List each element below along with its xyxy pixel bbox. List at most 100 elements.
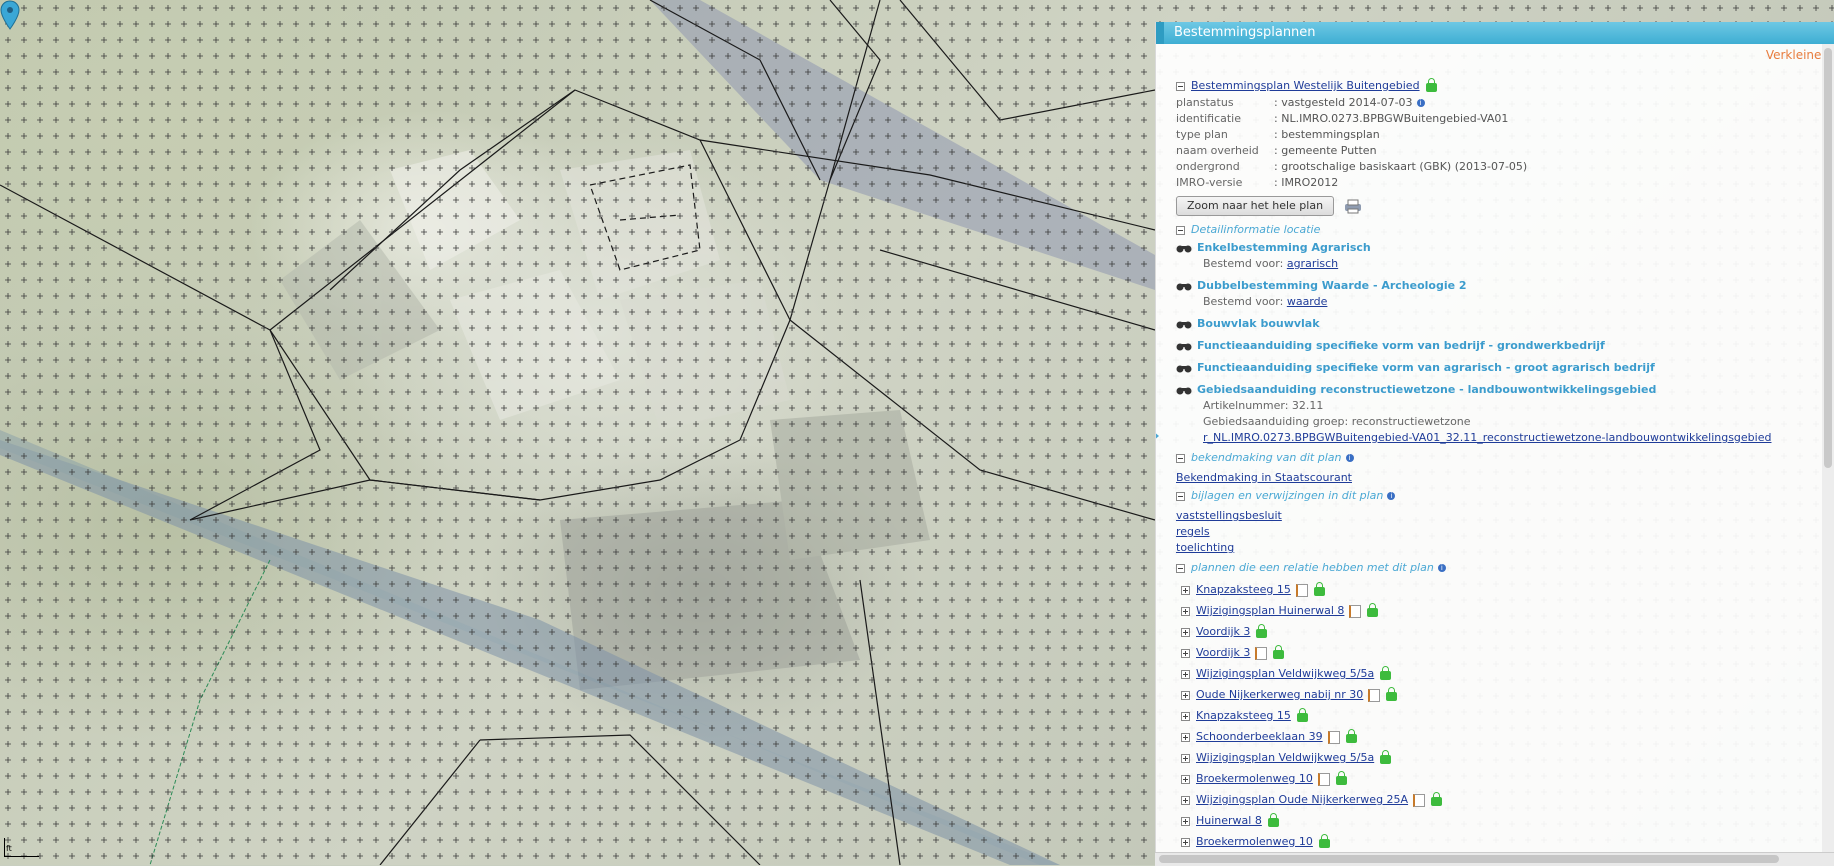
related-plan-link[interactable]: Voordijk 3 bbox=[1196, 625, 1250, 638]
info-sep: : bbox=[1274, 160, 1278, 173]
location-pin-icon[interactable] bbox=[0, 0, 20, 30]
bijlage-link[interactable]: toelichting bbox=[1176, 541, 1234, 554]
feature-item[interactable]: Dubbelbestemming Waarde - Archeologie 2 bbox=[1176, 278, 1826, 294]
related-plan-link[interactable]: Wijzigingsplan Huinerwal 8 bbox=[1196, 604, 1344, 617]
collapse-link[interactable]: Verkleinen bbox=[1766, 48, 1829, 62]
info-icon[interactable]: i bbox=[1437, 564, 1446, 572]
feature-item[interactable]: Gebiedsaanduiding reconstructiewetzone -… bbox=[1176, 382, 1826, 398]
related-plan-link[interactable]: Oude Nijkerkerweg nabij nr 30 bbox=[1196, 688, 1363, 701]
panel-horizontal-scrollbar[interactable] bbox=[1155, 852, 1834, 866]
expand-toggle-icon[interactable] bbox=[1181, 606, 1190, 616]
expand-toggle-icon[interactable] bbox=[1181, 795, 1190, 805]
related-plan-item: Voordijk 3 bbox=[1181, 621, 1826, 642]
feature-item[interactable]: Functieaanduiding specifieke vorm van be… bbox=[1176, 338, 1826, 354]
related-plan-link[interactable]: Broekermolenweg 10 bbox=[1196, 772, 1313, 785]
expand-toggle-icon[interactable] bbox=[1181, 837, 1190, 847]
feature-item[interactable]: Bouwvlak bouwvlak bbox=[1176, 316, 1826, 332]
related-plan-link[interactable]: Broekermolenweg 10 bbox=[1196, 835, 1313, 848]
bijlagen-section-title: bijlagen en verwijzingen in dit plan bbox=[1191, 489, 1384, 502]
bijlagen-list: vaststellingsbesluit regels toelichting bbox=[1176, 508, 1826, 556]
feature-link[interactable]: waarde bbox=[1287, 295, 1328, 308]
related-plan-item: Broekermolenweg 10 bbox=[1181, 768, 1826, 789]
info-row: identificatie: NL.IMRO.0273.BPBGWBuiteng… bbox=[1176, 111, 1826, 127]
collapse-toggle-icon[interactable] bbox=[1176, 563, 1185, 573]
related-plan-link[interactable]: Huinerwal 8 bbox=[1196, 814, 1262, 827]
related-plan-item: Broekermolenweg 10 bbox=[1181, 831, 1826, 852]
expand-toggle-icon[interactable] bbox=[1181, 627, 1190, 637]
document-icon[interactable] bbox=[1368, 688, 1381, 702]
expand-toggle-icon[interactable] bbox=[1181, 816, 1190, 826]
print-icon[interactable] bbox=[1342, 198, 1364, 214]
feature-doc-link[interactable]: r_NL.IMRO.0273.BPBGWBuitengebied-VA01_32… bbox=[1203, 431, 1771, 444]
binoculars-icon[interactable] bbox=[1176, 320, 1192, 329]
binoculars-icon[interactable] bbox=[1176, 244, 1192, 253]
panel-title: Bestemmingsplannen bbox=[1174, 25, 1316, 40]
binoculars-icon[interactable] bbox=[1176, 342, 1192, 351]
feature-item[interactable]: Functieaanduiding specifieke vorm van ag… bbox=[1176, 360, 1826, 376]
feature-item[interactable]: Enkelbestemming Agrarisch bbox=[1176, 240, 1826, 256]
info-icon[interactable]: i bbox=[1345, 454, 1354, 462]
feature-group: Gebiedsaanduiding groep: reconstructiewe… bbox=[1203, 415, 1471, 428]
related-plan-item: Oude Nijkerkerweg nabij nr 30 bbox=[1181, 684, 1826, 705]
info-value: grootschalige basiskaart (GBK) (2013-07-… bbox=[1281, 160, 1528, 173]
panel-expand-arrow-icon[interactable] bbox=[1156, 431, 1159, 441]
feature-title: Functieaanduiding specifieke vorm van be… bbox=[1197, 339, 1605, 352]
expand-toggle-icon[interactable] bbox=[1181, 690, 1190, 700]
info-row: type plan: bestemmingsplan bbox=[1176, 127, 1826, 143]
collapse-toggle-icon[interactable] bbox=[1176, 453, 1185, 463]
related-plan-link[interactable]: Wijzigingsplan Veldwijkweg 5/5a bbox=[1196, 667, 1374, 680]
related-plan-link[interactable]: Wijzigingsplan Oude Nijkerkerweg 25A bbox=[1196, 793, 1408, 806]
bijlage-link[interactable]: vaststellingsbesluit bbox=[1176, 509, 1282, 522]
info-row: naam overheid: gemeente Putten bbox=[1176, 143, 1826, 159]
zoom-full-plan-button[interactable]: Zoom naar het hele plan bbox=[1176, 196, 1335, 216]
document-icon[interactable] bbox=[1327, 730, 1340, 744]
info-icon[interactable]: i bbox=[1387, 492, 1396, 500]
related-plan-item: Knapzaksteeg 15 bbox=[1181, 705, 1826, 726]
collapse-toggle-icon[interactable] bbox=[1176, 491, 1185, 501]
panel-vertical-scrollbar[interactable] bbox=[1822, 44, 1834, 852]
bijlage-link[interactable]: regels bbox=[1176, 525, 1210, 538]
feature-article: Artikelnummer: 32.11 bbox=[1203, 399, 1324, 412]
lock-icon bbox=[1380, 750, 1392, 764]
expand-toggle-icon[interactable] bbox=[1181, 774, 1190, 784]
related-plan-item: Voordijk 3 bbox=[1181, 642, 1826, 663]
collapse-toggle-icon[interactable] bbox=[1176, 81, 1185, 91]
document-icon[interactable] bbox=[1295, 583, 1308, 597]
plan-title-link[interactable]: Bestemmingsplan Westelijk Buitengebied bbox=[1191, 79, 1420, 92]
vertical-scrollbar-thumb[interactable] bbox=[1824, 48, 1832, 468]
expand-toggle-icon[interactable] bbox=[1181, 732, 1190, 742]
related-plan-link[interactable]: Schoonderbeeklaan 39 bbox=[1196, 730, 1323, 743]
collapse-toggle-icon[interactable] bbox=[1176, 225, 1185, 235]
related-plan-item: Huinerwal 8 bbox=[1181, 810, 1826, 831]
lock-icon bbox=[1367, 603, 1379, 617]
expand-toggle-icon[interactable] bbox=[1181, 711, 1190, 721]
related-plan-link[interactable]: Knapzaksteeg 15 bbox=[1196, 583, 1291, 596]
related-plans-list: Knapzaksteeg 15 Wijzigingsplan Huinerwal … bbox=[1176, 579, 1826, 852]
document-icon[interactable] bbox=[1317, 772, 1330, 786]
expand-toggle-icon[interactable] bbox=[1181, 585, 1190, 595]
document-icon[interactable] bbox=[1413, 793, 1426, 807]
bijlage-item: toelichting bbox=[1176, 540, 1826, 556]
feature-label: Bestemd voor: bbox=[1203, 295, 1284, 308]
lock-icon bbox=[1267, 813, 1279, 827]
expand-toggle-icon[interactable] bbox=[1181, 648, 1190, 658]
binoculars-icon[interactable] bbox=[1176, 386, 1192, 395]
feature-title: Dubbelbestemming Waarde - Archeologie 2 bbox=[1197, 279, 1467, 292]
related-plan-link[interactable]: Knapzaksteeg 15 bbox=[1196, 709, 1291, 722]
expand-toggle-icon[interactable] bbox=[1181, 669, 1190, 679]
lock-icon bbox=[1296, 708, 1308, 722]
horizontal-scrollbar-thumb[interactable] bbox=[1159, 855, 1779, 863]
binoculars-icon[interactable] bbox=[1176, 282, 1192, 291]
info-sep: : bbox=[1274, 144, 1278, 157]
bekendmaking-link[interactable]: Bekendmaking in Staatscourant bbox=[1176, 471, 1352, 484]
binoculars-icon[interactable] bbox=[1176, 364, 1192, 373]
bestemmingsplannen-panel: Bestemmingsplannen Verkleinen Bestemming… bbox=[1155, 22, 1834, 852]
related-plan-link[interactable]: Wijzigingsplan Veldwijkweg 5/5a bbox=[1196, 751, 1374, 764]
info-icon[interactable]: i bbox=[1416, 99, 1425, 107]
document-icon[interactable] bbox=[1255, 646, 1268, 660]
document-icon[interactable] bbox=[1349, 604, 1362, 618]
feature-link[interactable]: agrarisch bbox=[1287, 257, 1338, 270]
info-value: bestemmingsplan bbox=[1281, 128, 1380, 141]
expand-toggle-icon[interactable] bbox=[1181, 753, 1190, 763]
related-plan-link[interactable]: Voordijk 3 bbox=[1196, 646, 1250, 659]
